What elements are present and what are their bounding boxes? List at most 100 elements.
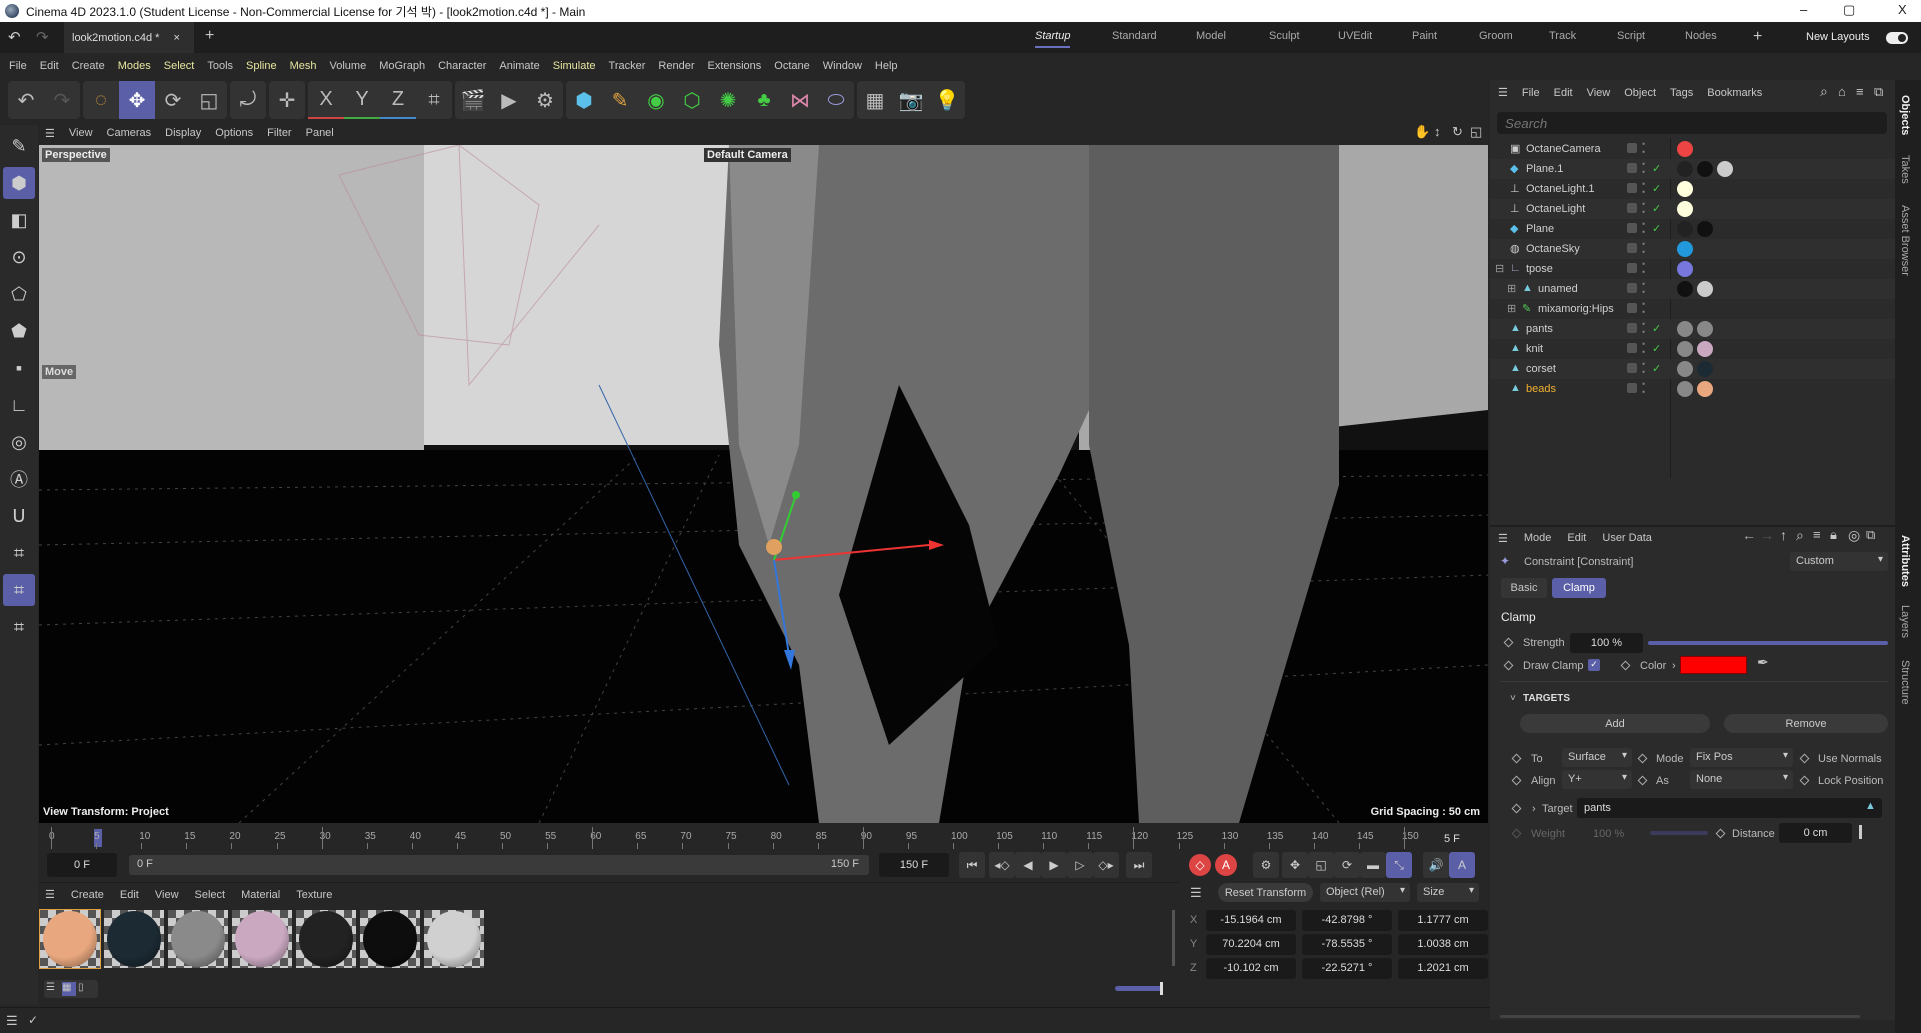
previous-key-button[interactable]: ◂◇ bbox=[989, 852, 1015, 878]
side-tab-asset-browser[interactable]: Asset Browser bbox=[1899, 205, 1911, 276]
menu-spline[interactable]: Spline bbox=[246, 60, 277, 72]
maximize-view-icon[interactable]: ◱ bbox=[1470, 124, 1482, 140]
move-tool-icon[interactable]: ✥ bbox=[119, 81, 155, 119]
object-name[interactable]: mixamorig:Hips bbox=[1538, 303, 1614, 315]
floor-icon[interactable]: ▦ bbox=[857, 81, 893, 119]
large-view-icon[interactable]: ▯ bbox=[78, 982, 92, 996]
object-tag-icon[interactable] bbox=[1677, 241, 1693, 257]
visibility-dots[interactable]: • • bbox=[1642, 140, 1645, 157]
mode-dropdown[interactable]: Fix Pos bbox=[1690, 748, 1793, 767]
menu-create[interactable]: Create bbox=[72, 60, 105, 72]
up-arrow-icon[interactable]: ↑ bbox=[1780, 527, 1787, 543]
visibility-dots[interactable]: • • bbox=[1642, 300, 1645, 317]
target-link-field[interactable]: pants bbox=[1577, 798, 1882, 818]
search-icon[interactable]: ⌕ bbox=[1820, 83, 1828, 100]
object-name[interactable]: beads bbox=[1526, 383, 1556, 395]
target-expand-icon[interactable]: › bbox=[1532, 803, 1536, 815]
tab-basic[interactable]: Basic bbox=[1501, 578, 1547, 598]
uv-mode-icon[interactable]: ▪ bbox=[3, 352, 35, 384]
pan-view-icon[interactable]: ✋ bbox=[1414, 124, 1430, 140]
material-size-slider[interactable] bbox=[1115, 982, 1163, 995]
object-row-mixamorig-hips[interactable]: ⊞ ✎ mixamorig:Hips • • bbox=[1490, 299, 1895, 319]
targets-collapse-icon[interactable]: ˅ bbox=[1510, 693, 1516, 704]
side-tab-attributes[interactable]: Attributes bbox=[1899, 535, 1911, 587]
object-row-pants[interactable]: ▲ pants • • ✓ bbox=[1490, 319, 1895, 339]
color-expand-icon[interactable]: › bbox=[1672, 660, 1676, 672]
menu-mograph[interactable]: MoGraph bbox=[379, 60, 425, 72]
visibility-dots[interactable]: • • bbox=[1642, 260, 1645, 277]
menu-volume[interactable]: Volume bbox=[330, 60, 367, 72]
end-frame-field[interactable]: 150 F bbox=[879, 853, 949, 877]
close-button[interactable]: X bbox=[1898, 2, 1907, 17]
distance-slider[interactable] bbox=[1859, 825, 1862, 839]
object-name[interactable]: OctaneLight bbox=[1526, 203, 1585, 215]
snap-icon[interactable]: Ⓐ bbox=[3, 463, 35, 495]
x-axis-lock-button[interactable]: X bbox=[308, 81, 344, 119]
object-name[interactable]: corset bbox=[1526, 363, 1556, 375]
object-name[interactable]: OctaneSky bbox=[1526, 243, 1580, 255]
lock-position-label[interactable]: Lock Position bbox=[1818, 775, 1883, 787]
material-menu-view[interactable]: View bbox=[155, 889, 179, 901]
editor-visibility-icon[interactable] bbox=[1627, 243, 1637, 253]
status-menu-icon[interactable]: ☰ bbox=[6, 1013, 18, 1029]
viewport-menu-display[interactable]: Display bbox=[165, 127, 201, 139]
rot-z-field[interactable]: -22.5271 ° bbox=[1302, 957, 1392, 979]
object-menu-tags[interactable]: Tags bbox=[1670, 87, 1693, 99]
key-parameter-button[interactable]: ▬ bbox=[1360, 852, 1386, 878]
grid-view-icon[interactable]: ▦ bbox=[62, 982, 76, 996]
add-layout-icon[interactable]: + bbox=[1753, 28, 1762, 46]
3d-viewport[interactable]: Perspective Default Camera Move View Tra… bbox=[39, 145, 1488, 823]
object-name[interactable]: OctaneCamera bbox=[1526, 143, 1601, 155]
object-row-octanesky[interactable]: ◍ OctaneSky • • bbox=[1490, 239, 1895, 259]
layout-tab-groom[interactable]: Groom bbox=[1479, 30, 1513, 42]
object-row-unamed[interactable]: ⊞ ▲ unamed • • bbox=[1490, 279, 1895, 299]
object-name[interactable]: Plane.1 bbox=[1526, 163, 1563, 175]
object-name[interactable]: knit bbox=[1526, 343, 1543, 355]
timeline-ruler[interactable]: 5 F 051015202530354045505560657075808590… bbox=[39, 825, 1488, 850]
restore-button[interactable]: ▢ bbox=[1843, 2, 1855, 18]
menu-render[interactable]: Render bbox=[658, 60, 694, 72]
object-tag-icon[interactable] bbox=[1677, 381, 1693, 397]
object-tag-icon[interactable] bbox=[1677, 181, 1693, 197]
side-tab-takes[interactable]: Takes bbox=[1899, 155, 1911, 184]
viewport-menu-options[interactable]: Options bbox=[215, 127, 253, 139]
layout-tab-startup[interactable]: Startup bbox=[1035, 30, 1071, 48]
add-target-button[interactable]: Add bbox=[1520, 714, 1710, 733]
visibility-dots[interactable]: • • bbox=[1642, 320, 1645, 337]
magnet-icon[interactable]: Ս bbox=[3, 500, 35, 532]
axis-mode-icon[interactable]: ∟ bbox=[3, 389, 35, 421]
forward-arrow-icon[interactable]: → bbox=[1760, 527, 1774, 543]
viewport-menu-view[interactable]: View bbox=[69, 127, 93, 139]
menu-tracker[interactable]: Tracker bbox=[609, 60, 646, 72]
to-dropdown[interactable]: Surface bbox=[1562, 748, 1632, 767]
extrude-icon[interactable]: ⬡ bbox=[674, 81, 710, 119]
key-position-button[interactable]: ✥ bbox=[1282, 852, 1308, 878]
subdivision-icon[interactable]: ◉ bbox=[638, 81, 674, 119]
editor-visibility-icon[interactable] bbox=[1627, 283, 1637, 293]
camera-label[interactable]: Default Camera bbox=[704, 148, 791, 162]
object-tag-icon[interactable] bbox=[1697, 281, 1713, 297]
close-tab-icon[interactable]: × bbox=[173, 32, 179, 44]
attribute-menu-user-data[interactable]: User Data bbox=[1602, 532, 1652, 544]
material-swatch[interactable] bbox=[424, 910, 484, 968]
material-swatch[interactable] bbox=[232, 910, 292, 968]
size-y-field[interactable]: 1.0038 cm bbox=[1398, 933, 1488, 955]
material-swatch[interactable] bbox=[104, 910, 164, 968]
camera-icon[interactable]: 📷 bbox=[893, 81, 929, 119]
object-tag-icon[interactable] bbox=[1697, 381, 1713, 397]
back-arrow-icon[interactable]: ← bbox=[1742, 527, 1756, 543]
previous-frame-button[interactable]: ◀ bbox=[1015, 852, 1041, 878]
as-keyframe-icon[interactable] bbox=[1637, 775, 1648, 786]
key-rotation-button[interactable]: ⟳ bbox=[1334, 852, 1360, 878]
viewport-solo-icon[interactable]: ✎ bbox=[3, 130, 35, 162]
object-tag-icon[interactable] bbox=[1697, 341, 1713, 357]
object-row-plane-1[interactable]: ◆ Plane.1 • • ✓ bbox=[1490, 159, 1895, 179]
to-keyframe-icon[interactable] bbox=[1511, 753, 1522, 764]
scale-tool-icon[interactable]: ◱ bbox=[191, 81, 227, 119]
next-frame-button[interactable]: ▷ bbox=[1067, 852, 1093, 878]
align-dropdown[interactable]: Y+ bbox=[1562, 770, 1632, 789]
visibility-dots[interactable]: • • bbox=[1642, 380, 1645, 397]
collapse-icon[interactable]: ⊟ bbox=[1495, 262, 1504, 275]
menu-extensions[interactable]: Extensions bbox=[707, 60, 761, 72]
editor-visibility-icon[interactable] bbox=[1627, 343, 1637, 353]
